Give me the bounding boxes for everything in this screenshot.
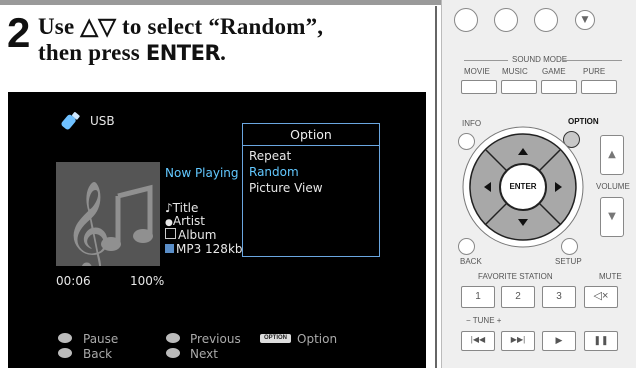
- option-menu-header: Option: [243, 124, 379, 146]
- favorite-1-label: 1: [475, 291, 481, 302]
- favorite-2-button[interactable]: 2: [501, 286, 535, 308]
- option-key-icon: OPTION: [260, 334, 292, 343]
- music-label: MUSIC: [502, 67, 528, 76]
- enter-key-label: ENTER: [145, 41, 221, 66]
- pure-button[interactable]: [581, 80, 617, 94]
- top-round-button-3[interactable]: [534, 8, 558, 32]
- hint-option: Option: [297, 332, 338, 346]
- svg-text:𝄞: 𝄞: [64, 180, 111, 266]
- favorite-3-button[interactable]: 3: [542, 286, 576, 308]
- person-icon: ●: [165, 218, 173, 228]
- previous-button-icon: [166, 333, 180, 343]
- track-album: Album: [178, 228, 217, 242]
- setup-label: SETUP: [555, 257, 582, 266]
- menu-item-random[interactable]: Random: [249, 165, 299, 179]
- mute-icon: ◁×: [593, 290, 609, 302]
- music-button[interactable]: [501, 80, 537, 94]
- volume-down-icon: ▼: [608, 211, 616, 222]
- favorite-2-label: 2: [515, 291, 521, 302]
- setup-button[interactable]: [561, 238, 578, 255]
- tune-minus: −: [466, 316, 471, 325]
- mute-label: MUTE: [599, 272, 622, 281]
- tune-down-button[interactable]: |◀◀: [461, 331, 495, 351]
- artist-row: ●Artist: [165, 214, 205, 229]
- game-label: GAME: [542, 67, 566, 76]
- pause-button[interactable]: ❚❚: [584, 331, 618, 351]
- instruction-line-2-suffix: .: [220, 40, 227, 66]
- album-art: 𝄞: [56, 162, 160, 266]
- pause-button-icon: [58, 333, 72, 343]
- instruction-text: Use △▽ to select “Random”, then press EN…: [38, 14, 323, 67]
- now-playing-label: Now Playing: [165, 166, 239, 180]
- album-row: Album: [165, 228, 216, 242]
- back-button-icon: [58, 348, 72, 358]
- volume-up-button[interactable]: ▲: [600, 135, 624, 175]
- remote-illustration: ▼ SOUND MODE MOVIE MUSIC GAME PURE INFO …: [441, 0, 636, 368]
- elapsed-time: 00:06: [56, 274, 91, 288]
- note-icon: ♪: [165, 201, 173, 215]
- sound-mode-label: SOUND MODE: [512, 55, 568, 64]
- sound-mode-rule-left: [464, 60, 508, 61]
- usb-icon: [61, 112, 80, 130]
- mute-button[interactable]: ◁×: [584, 286, 618, 308]
- music-note-icon: 𝄞: [64, 180, 153, 266]
- pause-icon: ❚❚: [593, 335, 609, 345]
- favorite-1-button[interactable]: 1: [461, 286, 495, 308]
- volume-label: VOLUME: [596, 182, 630, 191]
- hint-previous: Previous: [190, 332, 241, 346]
- tune-plus: +: [496, 316, 502, 325]
- volume-up-icon: ▲: [608, 149, 616, 160]
- next-button-icon: [166, 348, 180, 358]
- favorite-3-label: 3: [556, 291, 562, 302]
- file-icon: [165, 244, 174, 253]
- movie-label: MOVIE: [464, 67, 490, 76]
- tune-up-button[interactable]: ▶▶|: [501, 331, 535, 351]
- album-icon: [165, 228, 176, 239]
- top-round-button-1[interactable]: [454, 8, 478, 32]
- play-icon: ▶: [555, 335, 563, 345]
- enter-button-label[interactable]: ENTER: [508, 181, 538, 193]
- step-number: 2: [7, 9, 31, 56]
- favorite-station-label: FAVORITE STATION: [478, 272, 553, 281]
- instruction-line-1: Use △▽ to select “Random”,: [38, 14, 324, 39]
- hint-next: Next: [190, 347, 218, 361]
- top-round-button-2[interactable]: [494, 8, 518, 32]
- back-label: BACK: [460, 257, 482, 266]
- pure-label: PURE: [583, 67, 606, 76]
- hint-back: Back: [83, 347, 113, 361]
- tune-text: TUNE: [472, 316, 495, 325]
- skip-forward-icon: ▶▶|: [510, 335, 526, 344]
- game-button[interactable]: [541, 80, 577, 94]
- track-title: Title: [172, 201, 199, 215]
- menu-item-repeat[interactable]: Repeat: [249, 149, 291, 163]
- column-divider: [435, 6, 437, 368]
- tv-screen: USB 𝄞 Now Playing ♪Title ●Artist Album M…: [8, 92, 426, 368]
- movie-button[interactable]: [461, 80, 497, 94]
- progress-percent: 100%: [130, 274, 165, 288]
- track-artist: Artist: [172, 214, 205, 228]
- instruction-line-2: then press ENTER.: [38, 40, 323, 66]
- skip-back-icon: |◀◀: [470, 335, 486, 344]
- back-button[interactable]: [458, 238, 475, 255]
- source-label: USB: [90, 114, 115, 128]
- down-arrow-button[interactable]: ▼: [575, 10, 595, 30]
- menu-item-picture-view[interactable]: Picture View: [249, 181, 323, 195]
- down-triangle-icon: ▼: [581, 15, 589, 25]
- play-button[interactable]: ▶: [542, 331, 576, 351]
- volume-down-button[interactable]: ▼: [600, 197, 624, 237]
- sound-mode-rule-right: [562, 60, 622, 61]
- instruction-line-2-prefix: then press: [38, 40, 146, 66]
- option-menu: Option Repeat Random Picture View: [242, 123, 380, 257]
- tune-label: − TUNE +: [466, 317, 501, 325]
- hint-pause: Pause: [83, 332, 119, 346]
